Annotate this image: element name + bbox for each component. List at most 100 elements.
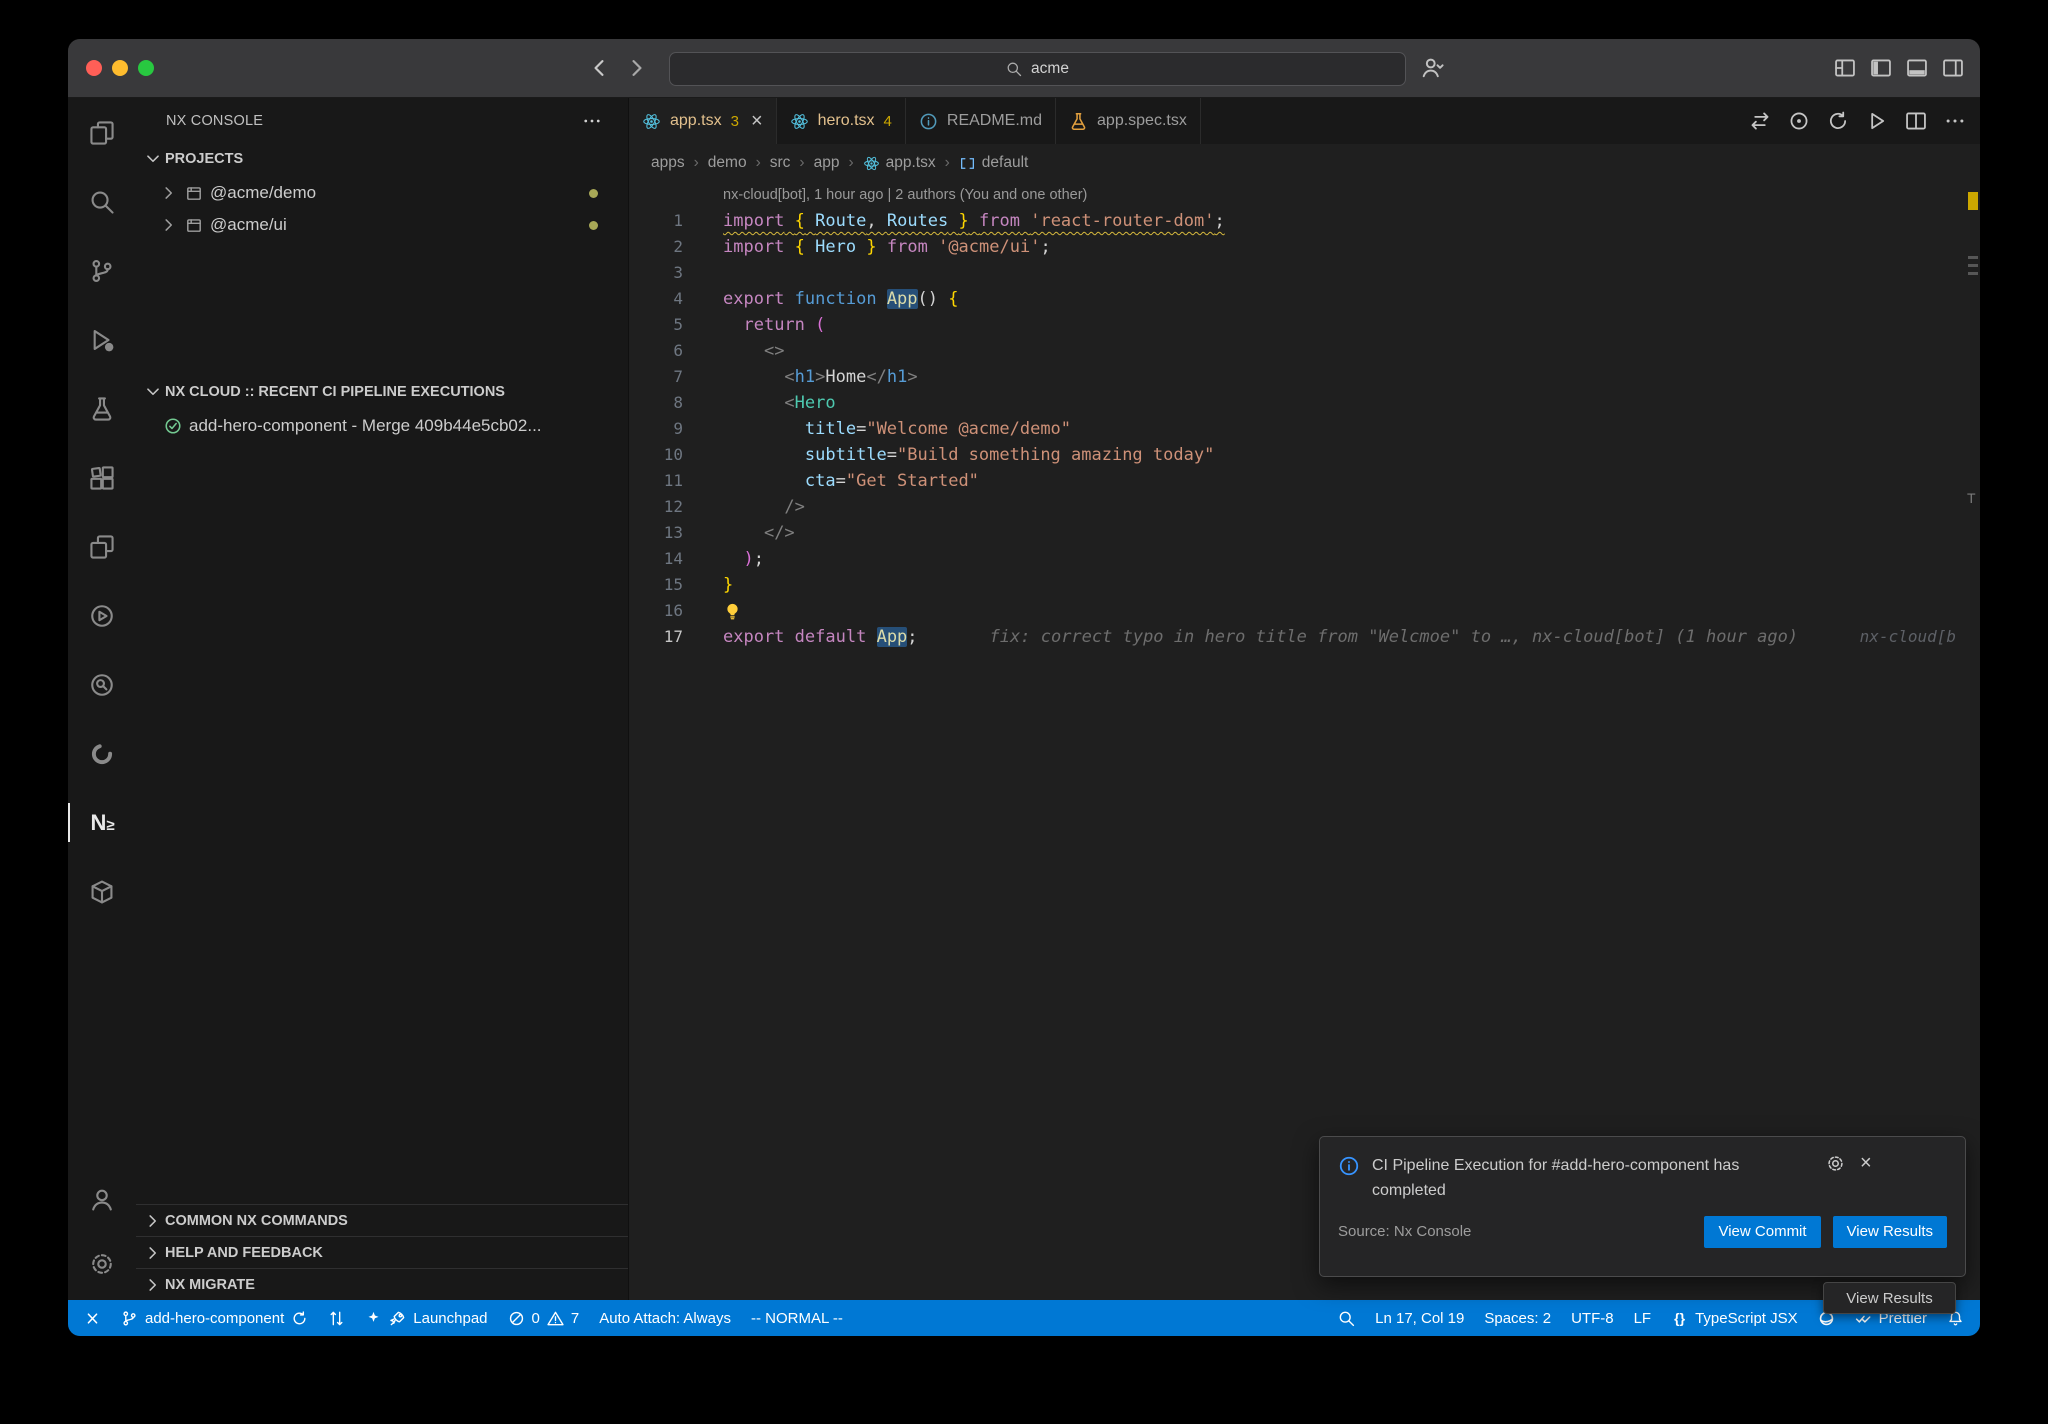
status-zoom[interactable] [1328, 1300, 1365, 1336]
rerun-task-icon[interactable] [1827, 110, 1849, 132]
goto-symbol-icon[interactable] [1788, 110, 1810, 132]
status-language-mode[interactable]: {}TypeScript JSX [1661, 1300, 1808, 1336]
close-tab-icon[interactable]: × [751, 111, 763, 131]
minimap-glyph: T [1967, 490, 1976, 506]
status-vim-mode[interactable]: -- NORMAL -- [741, 1300, 853, 1336]
modified-dot [589, 221, 598, 230]
activity-item-nx-cloud[interactable] [68, 719, 136, 788]
status-cursor-position[interactable]: Ln 17, Col 19 [1365, 1300, 1474, 1336]
activity-item-search[interactable] [68, 167, 136, 236]
nx-cloud-section-header[interactable]: NX CLOUD :: RECENT CI PIPELINE EXECUTION… [136, 377, 628, 407]
breadcrumb-apps[interactable]: apps [651, 154, 685, 172]
line-number: 1 [629, 208, 723, 234]
code-editor[interactable]: nx-cloud[bot], 1 hour ago | 2 authors (Y… [629, 182, 1980, 1300]
activity-item-run-and-debug[interactable] [68, 305, 136, 374]
nav-forward-icon[interactable] [626, 57, 648, 79]
project-item-acme-ui[interactable]: @acme/ui [136, 209, 628, 241]
project-item-acme-demo[interactable]: @acme/demo [136, 177, 628, 209]
status-eol[interactable]: LF [1624, 1300, 1662, 1336]
nav-back-icon[interactable] [588, 57, 610, 79]
line-number: 4 [629, 286, 723, 312]
projects-section-header[interactable]: PROJECTS [136, 144, 628, 174]
breadcrumb-src[interactable]: src [770, 154, 791, 172]
status-git-compare[interactable] [318, 1300, 355, 1336]
close-window-button[interactable] [86, 60, 102, 76]
notification-settings-icon[interactable] [1826, 1154, 1845, 1173]
code-line-3: 3 [629, 260, 1980, 286]
info-icon [1338, 1155, 1360, 1177]
sidebar-title: NX CONSOLE [166, 113, 263, 129]
tab-hero-tsx[interactable]: hero.tsx4 [777, 98, 906, 144]
lightbulb-icon[interactable] [723, 602, 742, 621]
account-menu-icon[interactable] [1420, 56, 1446, 80]
overview-ruler[interactable]: T [1966, 182, 1980, 1300]
customize-layout-icon[interactable] [1834, 57, 1856, 79]
notification-close-icon[interactable]: × [1860, 1154, 1872, 1173]
view-results-button[interactable]: View Results [1833, 1216, 1947, 1248]
chevron-right-icon [144, 1276, 162, 1294]
code-line-14: 14 ); [629, 546, 1980, 572]
status-problems[interactable]: 07 [498, 1300, 590, 1336]
breadcrumb-app[interactable]: app [814, 154, 840, 172]
run-file-icon[interactable] [1866, 110, 1888, 132]
view-commit-button[interactable]: View Commit [1704, 1216, 1820, 1248]
breadcrumb-default[interactable]: default [959, 154, 1029, 172]
activity-item-explorer[interactable] [68, 98, 136, 167]
nx-cloud-icon [89, 741, 115, 767]
status-indentation[interactable]: Spaces: 2 [1474, 1300, 1561, 1336]
activity-item-code-search[interactable] [68, 650, 136, 719]
section-common-nx-commands[interactable]: COMMON NX COMMANDS [136, 1204, 628, 1236]
code-line-2: 2import { Hero } from '@acme/ui'; [629, 234, 1980, 260]
react-icon [863, 155, 880, 172]
activity-item-remote-explorer[interactable] [68, 512, 136, 581]
code-line-6: 6 <> [629, 338, 1980, 364]
search-icon [89, 189, 115, 215]
code-line-9: 9 title="Welcome @acme/demo" [629, 416, 1980, 442]
section-help-and-feedback[interactable]: HELP AND FEEDBACK [136, 1236, 628, 1268]
error-icon [508, 1310, 525, 1327]
remote-icon [84, 1310, 101, 1327]
activity-item-settings[interactable] [68, 1232, 136, 1296]
blame-overflow-text: nx-cloud[b [1860, 624, 1956, 650]
toggle-secondary-sidebar-icon[interactable] [1942, 57, 1964, 79]
activity-item-extensions[interactable] [68, 443, 136, 512]
codelens[interactable]: nx-cloud[bot], 1 hour ago | 2 authors (Y… [629, 182, 1980, 208]
run-and-debug-icon [89, 327, 115, 353]
line-number: 14 [629, 546, 723, 572]
tab-readme-md[interactable]: README.md [906, 98, 1056, 144]
activity-item-run-targets[interactable] [68, 581, 136, 650]
status-encoding[interactable]: UTF-8 [1561, 1300, 1624, 1336]
code-line-10: 10 subtitle="Build something amazing tod… [629, 442, 1980, 468]
chevron-right-icon [160, 184, 178, 202]
section-nx-migrate[interactable]: NX MIGRATE [136, 1268, 628, 1300]
code-search-icon [89, 672, 115, 698]
activity-item-source-control[interactable] [68, 236, 136, 305]
activity-item-nx-console[interactable]: N≥ [68, 788, 136, 857]
command-center[interactable]: acme [669, 52, 1406, 86]
symbol-icon [959, 155, 976, 172]
status-auto-attach[interactable]: Auto Attach: Always [589, 1300, 741, 1336]
pipeline-execution-item[interactable]: add-hero-component - Merge 409b44e5cb02.… [136, 410, 628, 442]
line-number: 11 [629, 468, 723, 494]
minimize-window-button[interactable] [112, 60, 128, 76]
breadcrumb-demo[interactable]: demo [708, 154, 747, 172]
nx-console-icon: N≥ [89, 810, 115, 836]
tab-app-spec-tsx[interactable]: app.spec.tsx [1056, 98, 1201, 144]
toggle-panel-icon[interactable] [1906, 57, 1928, 79]
toggle-primary-sidebar-icon[interactable] [1870, 57, 1892, 79]
activity-item-accounts[interactable] [68, 1168, 136, 1232]
tab-app-tsx[interactable]: app.tsx3× [629, 98, 777, 144]
status-launchpad[interactable]: Launchpad [355, 1300, 497, 1336]
breadcrumb-app-tsx[interactable]: app.tsx [863, 154, 936, 172]
split-editor-icon[interactable] [1905, 110, 1927, 132]
sidebar-more-actions-icon[interactable] [582, 111, 602, 131]
code-line-11: 11 cta="Get Started" [629, 468, 1980, 494]
zoom-window-button[interactable] [138, 60, 154, 76]
open-changes-icon[interactable] [1749, 110, 1771, 132]
status-git-branch[interactable]: add-hero-component [111, 1300, 318, 1336]
status-remote-indicator[interactable] [74, 1300, 111, 1336]
more-actions-icon[interactable] [1944, 110, 1966, 132]
view-results-tooltip: View Results [1823, 1282, 1956, 1314]
activity-item-testing[interactable] [68, 374, 136, 443]
activity-item-dependencies[interactable] [68, 857, 136, 926]
